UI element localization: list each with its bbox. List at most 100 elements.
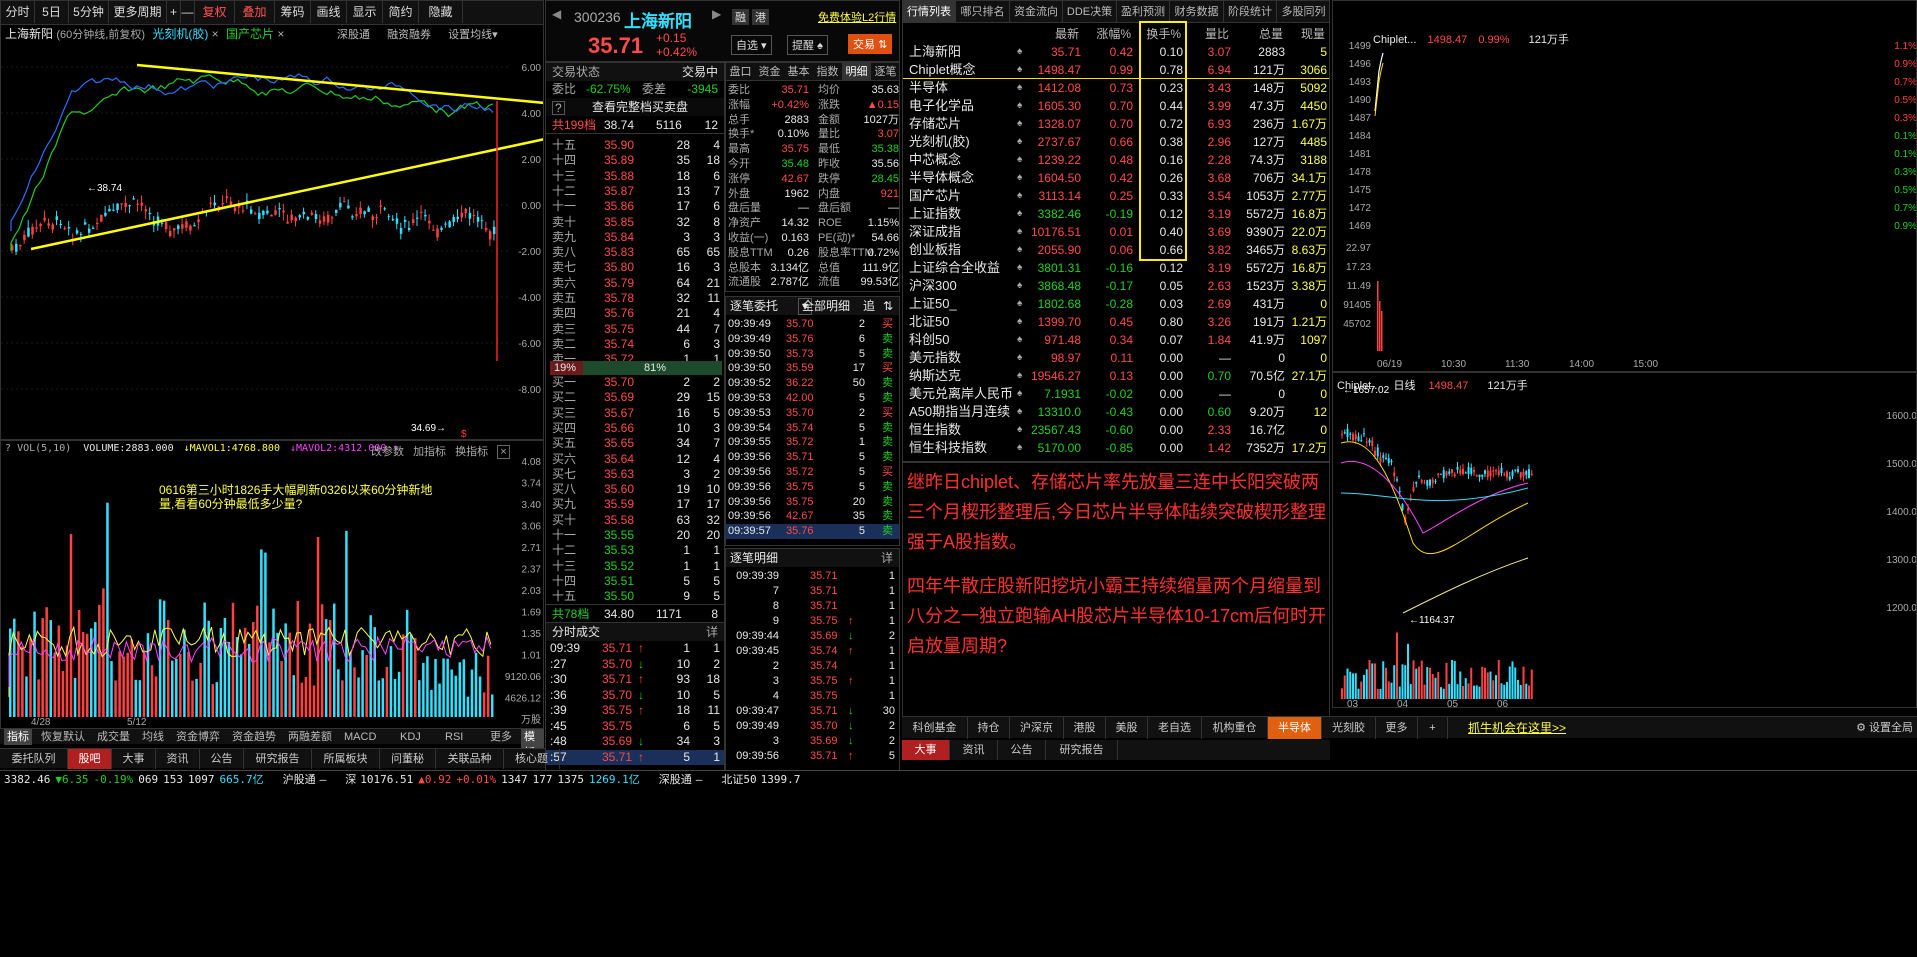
market-row[interactable]: 上海新阳 ♠ 35.71 0.42 0.10 3.07 2883 5 [903,43,1329,61]
info-tab[interactable]: 大事 [902,740,950,760]
market-row[interactable]: 纳斯达克 ♠ 19546.27 0.13 0.00 0.70 70.5亿 27.1万 [903,367,1329,385]
info-tab[interactable]: 委托队列 [0,749,68,769]
status-group[interactable]: 北证50 1399.7 [721,773,805,786]
book-row[interactable]: 买五 35.65 34 7 [546,436,724,451]
detail-tab[interactable]: 资金 [755,63,784,81]
info-tab[interactable]: 公告 [200,749,244,769]
market-row[interactable]: 光刻机(胶) ♠ 2737.67 0.66 0.38 2.96 127万 4485 [903,133,1329,151]
bell-icon[interactable]: ♠ [1017,349,1022,367]
info-tab[interactable]: 关联品种 [436,749,504,769]
market-col-header[interactable]: 涨幅% [1096,25,1131,43]
book-row[interactable]: 买二 35.69 29 15 [546,390,724,405]
market-tab[interactable]: 财务数据 [1171,1,1224,23]
action-sgt[interactable]: 深股通 [337,29,370,41]
book-row[interactable]: 买三 35.67 16 5 [546,406,724,421]
market-row[interactable]: 上证综合全收益 ♠ 3801.31 -0.16 0.12 3.19 5572万 16.8万 [903,259,1329,277]
bell-icon[interactable]: ♠ [1017,187,1022,205]
book-row[interactable]: 十三 35.88 18 6 [546,169,724,184]
market-row[interactable]: 深证成指 ♠ 10176.51 0.01 0.40 3.69 9390万 22.0万 [903,223,1329,241]
bell-icon[interactable]: ♠ [1017,421,1022,439]
trade-button[interactable]: 交易 ⇅ [848,34,893,54]
book-row[interactable]: 十四 35.51 5 5 [546,574,724,589]
detail-tab[interactable]: 逐笔 [871,63,899,81]
book-row[interactable]: 卖二 35.74 6 3 [546,337,724,352]
book-row[interactable]: 十一 35.55 20 20 [546,528,724,543]
bell-icon[interactable]: ♠ [1017,205,1022,223]
watchlist-tab[interactable]: 美股 [1106,717,1148,739]
action-rzrq[interactable]: 融资融券 [387,29,431,41]
l2-link[interactable]: 免费体验L2行情 [818,9,896,25]
market-col-header[interactable]: 总量 [1259,25,1283,43]
kline-chart[interactable]: 6.00 4.00 2.00 0.00 -2.00 -4.00 -6.00 -8.00 ←38.… [1,41,544,440]
watchlist-tab[interactable]: 持仓 [968,717,1010,739]
toolbar-item[interactable]: 画线 [311,1,347,23]
nav-prev-icon[interactable]: ◀ [552,7,561,21]
market-row[interactable]: 上证指数 ♠ 3382.46 -0.19 0.12 3.19 5572万 16.8万 [903,205,1329,223]
indicator-tab[interactable]: 资金趋势 [229,729,279,745]
info-tab[interactable]: 资讯 [950,740,998,760]
mini-daily-chart[interactable]: 1600.0 1500.0 1400.0 1300.0 1200.0 ←1657.02 ←1… [1333,373,1917,708]
market-row[interactable]: 恒生科技指数 ♠ 5170.00 -0.85 0.00 1.42 7352万 17.2万 [903,439,1329,457]
close-icon[interactable]: × [208,27,219,41]
book-row[interactable]: 买十 35.58 63 32 [546,513,724,528]
bell-icon[interactable]: ♠ [1017,223,1022,241]
overlay2-label[interactable]: 国产芯片 [226,27,274,41]
market-tab[interactable]: 盈利预测 [1117,1,1170,23]
book-row[interactable]: 卖三 35.75 44 7 [546,322,724,337]
bell-icon[interactable]: ♠ [1017,313,1022,331]
watchlist-tab[interactable]: + [1418,717,1448,739]
market-row[interactable]: 电子化学品 ♠ 1605.30 0.70 0.44 3.99 47.3万 4450 [903,97,1329,115]
market-row[interactable]: 科创50 ♠ 971.48 0.34 0.07 1.84 41.9万 1097 [903,331,1329,349]
detail-tab[interactable]: 指数 [813,63,842,81]
bell-icon[interactable]: ♠ [1017,367,1022,385]
overlay1-label[interactable]: 光刻机(胶) [152,27,208,41]
market-col-header[interactable]: 量比 [1205,25,1229,43]
watchlist-tab[interactable]: 光刻胶 [1322,717,1376,739]
market-col-header[interactable]: 现量 [1301,25,1325,43]
toolbar-item[interactable]: 更多周期 [109,1,167,23]
watchlist-tab[interactable]: 半导体 [1268,717,1322,739]
bell-icon[interactable]: ♠ [1017,43,1022,61]
book-row[interactable]: 买七 35.63 3 2 [546,467,724,482]
bell-icon[interactable]: ♠ [1017,331,1022,349]
market-tab[interactable]: 资金流向 [1010,1,1063,23]
help-icon[interactable]: ? [5,443,11,454]
info-tab[interactable]: 公告 [998,740,1046,760]
chevron-down-icon[interactable]: ▾ [492,29,498,41]
indicator-tab[interactable]: 资金博弈 [173,729,223,745]
info-tab[interactable]: 股吧 [68,749,112,769]
settings-button[interactable]: ⚙ 设置全局 [1856,717,1913,739]
book-row[interactable]: 卖九 35.84 3 3 [546,230,724,245]
market-row[interactable]: 中芯概念 ♠ 1239.22 0.48 0.16 2.28 74.3万 3188 [903,151,1329,169]
indicator-tab[interactable]: 成交量 [94,729,133,745]
toolbar-item[interactable]: — [181,1,195,23]
book-row[interactable]: 十四 35.89 35 18 [546,153,724,168]
bell-icon[interactable]: ♠ [1017,133,1022,151]
bell-icon[interactable]: ♠ [1017,439,1022,457]
watchlist-tab[interactable]: 机构重仓 [1202,717,1268,739]
toolbar-item[interactable]: 分时 [1,1,35,23]
watchlist-tab[interactable]: 沪深京 [1010,717,1064,739]
promo-link[interactable]: 抓牛机会在这里>> [1468,717,1566,739]
status-group[interactable]: 深 10176.51 ▲0.92 +0.01% 1347 177 1375 1269.1亿 [345,773,644,786]
bell-icon[interactable]: ♠ [1017,259,1022,277]
market-tab[interactable]: 阶段统计 [1224,1,1277,23]
market-row[interactable]: 北证50 ♠ 1399.70 0.45 0.80 3.26 191万 1.21万 [903,313,1329,331]
bell-icon[interactable]: ♠ [1017,97,1022,115]
bell-icon[interactable]: ♠ [1017,169,1022,187]
market-row[interactable]: 国产芯片 ♠ 3113.14 0.25 0.33 3.54 1053万 2.77万 [903,187,1329,205]
book-row[interactable]: 十三 35.52 1 1 [546,559,724,574]
status-group[interactable]: 沪股通 — [283,773,332,786]
bell-icon[interactable]: ♠ [1017,241,1022,259]
ticks-chase[interactable]: 追 [863,297,875,315]
market-row[interactable]: 美元指数 ♠ 98.97 0.11 0.00 — 0 0 [903,349,1329,367]
timeshare-more[interactable]: 详 [706,623,718,641]
toolbar-item[interactable]: 简约 [383,1,419,23]
toolbar-item[interactable]: 显示 [347,1,383,23]
detail-tab[interactable]: 盘口 [726,63,755,81]
book-row[interactable]: 卖五 35.78 32 11 [546,291,724,306]
market-row[interactable]: 半导体 ♠ 1412.08 0.73 0.23 3.43 148万 5092 [903,79,1329,97]
close-icon[interactable]: × [274,27,284,41]
book-row[interactable]: 卖十 35.85 32 8 [546,215,724,230]
bell-icon[interactable]: ♠ [1017,79,1022,97]
